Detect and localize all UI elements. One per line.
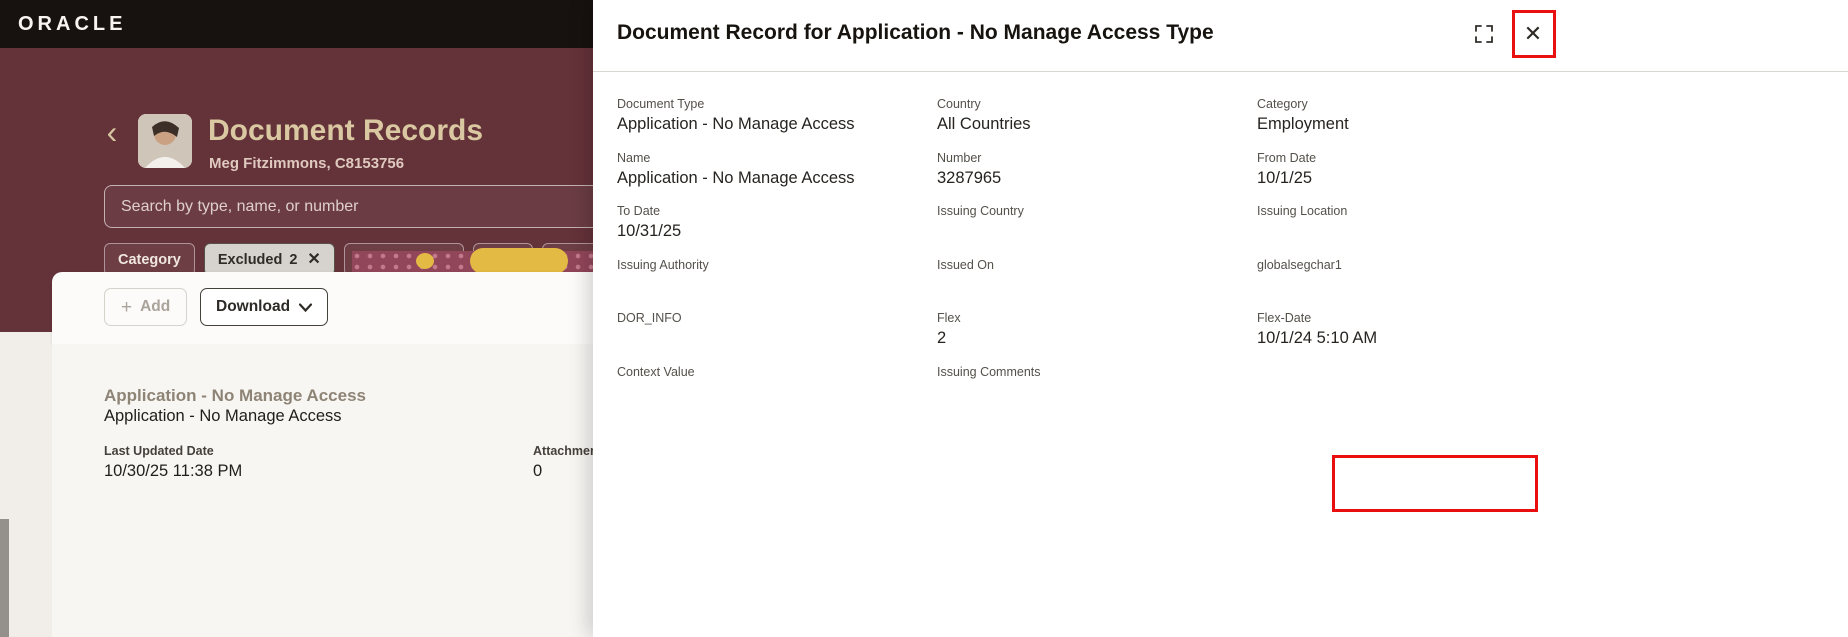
field-issuing-comments: Issuing Comments: [937, 365, 1257, 419]
field-label: Issued On: [937, 257, 994, 272]
field-flex-date: Flex-Date 10/1/24 5:10 AM: [1257, 311, 1577, 365]
list-toolbar: + Add Download: [52, 272, 593, 344]
field-issuing-authority: Issuing Authority: [617, 258, 937, 312]
field-globalsegchar1: globalsegchar1: [1257, 258, 1577, 312]
chip-label: Excluded: [217, 251, 283, 268]
field-value: 10/31/25: [617, 222, 682, 240]
field-label: Country: [937, 97, 981, 111]
field-number: Number 3287965: [937, 151, 1257, 205]
field-value: 10/1/25: [1257, 168, 1313, 187]
field-label: Category: [1257, 97, 1308, 111]
panel-header: Document Record for Application - No Man…: [593, 0, 1848, 72]
last-updated-label: Last Updated Date: [104, 444, 214, 458]
avatar: [138, 114, 192, 168]
record-fields-grid: Document Type Application - No Manage Ac…: [617, 97, 1577, 418]
attachments-label: Attachments: [533, 444, 593, 458]
chip-label: Category: [118, 251, 181, 268]
field-label: Issuing Location: [1257, 204, 1348, 218]
add-button[interactable]: + Add: [104, 288, 188, 326]
download-button[interactable]: Download: [200, 288, 329, 326]
document-record-list-item[interactable]: Application - No Manage Access Applicati…: [52, 344, 593, 637]
field-label: From Date: [1257, 150, 1317, 165]
field-context-value: Context Value: [617, 365, 937, 419]
field-value: Employment: [1257, 115, 1349, 133]
add-label: Add: [140, 298, 171, 315]
field-issuing-country: Issuing Country: [937, 204, 1257, 258]
field-label: Flex-Date: [1257, 311, 1312, 325]
field-name: Name Application - No Manage Access: [617, 151, 937, 205]
field-label: Issuing Comments: [937, 364, 1041, 379]
decorative-pattern: [352, 248, 593, 274]
field-from-date: From Date 10/1/25: [1257, 151, 1577, 205]
field-value: All Countries: [937, 115, 1031, 133]
oracle-logo: ORACLE: [18, 12, 127, 35]
field-label: Number: [937, 150, 982, 165]
person-subtitle: Meg Fitzimmons, C8153756: [209, 155, 405, 172]
record-name-link[interactable]: Application - No Manage Access: [104, 407, 342, 426]
field-value: 10/1/24 5:10 AM: [1257, 329, 1378, 347]
close-icon: ✕: [1523, 21, 1543, 46]
field-label: Flex: [937, 311, 961, 325]
chevron-down-icon: [299, 302, 313, 312]
field-to-date: To Date 10/31/25: [617, 204, 937, 258]
panel-title: Document Record for Application - No Man…: [617, 21, 1214, 44]
chip-count: 2: [289, 251, 298, 268]
page-title: Document Records: [208, 114, 484, 147]
field-flex: Flex 2: [937, 311, 1257, 365]
last-updated-value: 10/30/25 11:38 PM: [104, 462, 243, 480]
field-value: 2: [937, 329, 947, 347]
field-label: Name: [617, 150, 651, 165]
field-category: Category Employment: [1257, 97, 1577, 151]
close-panel-button[interactable]: ✕: [1514, 15, 1552, 53]
resize-corners-icon: [1475, 25, 1493, 43]
plus-icon: +: [121, 296, 133, 318]
field-value: Application - No Manage Access: [617, 168, 855, 187]
field-label: Context Value: [617, 364, 695, 379]
field-label: Issuing Authority: [617, 257, 709, 272]
collapse-panel-button[interactable]: [1465, 15, 1503, 53]
field-country: Country All Countries: [937, 97, 1257, 151]
remove-filter-icon[interactable]: ✕: [307, 251, 320, 268]
attachments-value: 0: [533, 462, 543, 480]
document-records-page: ORACLE ‹ Document Records Meg Fitzimmons…: [0, 0, 593, 637]
field-label: globalsegchar1: [1257, 257, 1342, 272]
field-label: To Date: [617, 204, 661, 218]
record-type-text: Application - No Manage Access: [104, 386, 366, 405]
back-button[interactable]: ‹: [96, 114, 128, 150]
field-label: Document Type: [617, 97, 705, 111]
global-header: ORACLE: [0, 0, 593, 48]
field-empty: [1257, 365, 1577, 419]
field-dor-info: DOR_INFO: [617, 311, 937, 365]
field-issued-on: Issued On: [937, 258, 1257, 312]
field-label: Issuing Country: [937, 204, 1024, 218]
download-label: Download: [216, 298, 291, 315]
field-label: DOR_INFO: [617, 311, 682, 325]
annotation-box: [1332, 455, 1538, 512]
field-value: Application - No Manage Access: [617, 115, 855, 133]
vertical-scrollbar[interactable]: [0, 519, 9, 637]
field-issuing-location: Issuing Location: [1257, 204, 1577, 258]
search-input[interactable]: [104, 185, 593, 228]
field-document-type: Document Type Application - No Manage Ac…: [617, 97, 937, 151]
field-value: 3287965: [937, 168, 1002, 187]
document-record-detail-panel: Document Record for Application - No Man…: [593, 0, 1848, 637]
